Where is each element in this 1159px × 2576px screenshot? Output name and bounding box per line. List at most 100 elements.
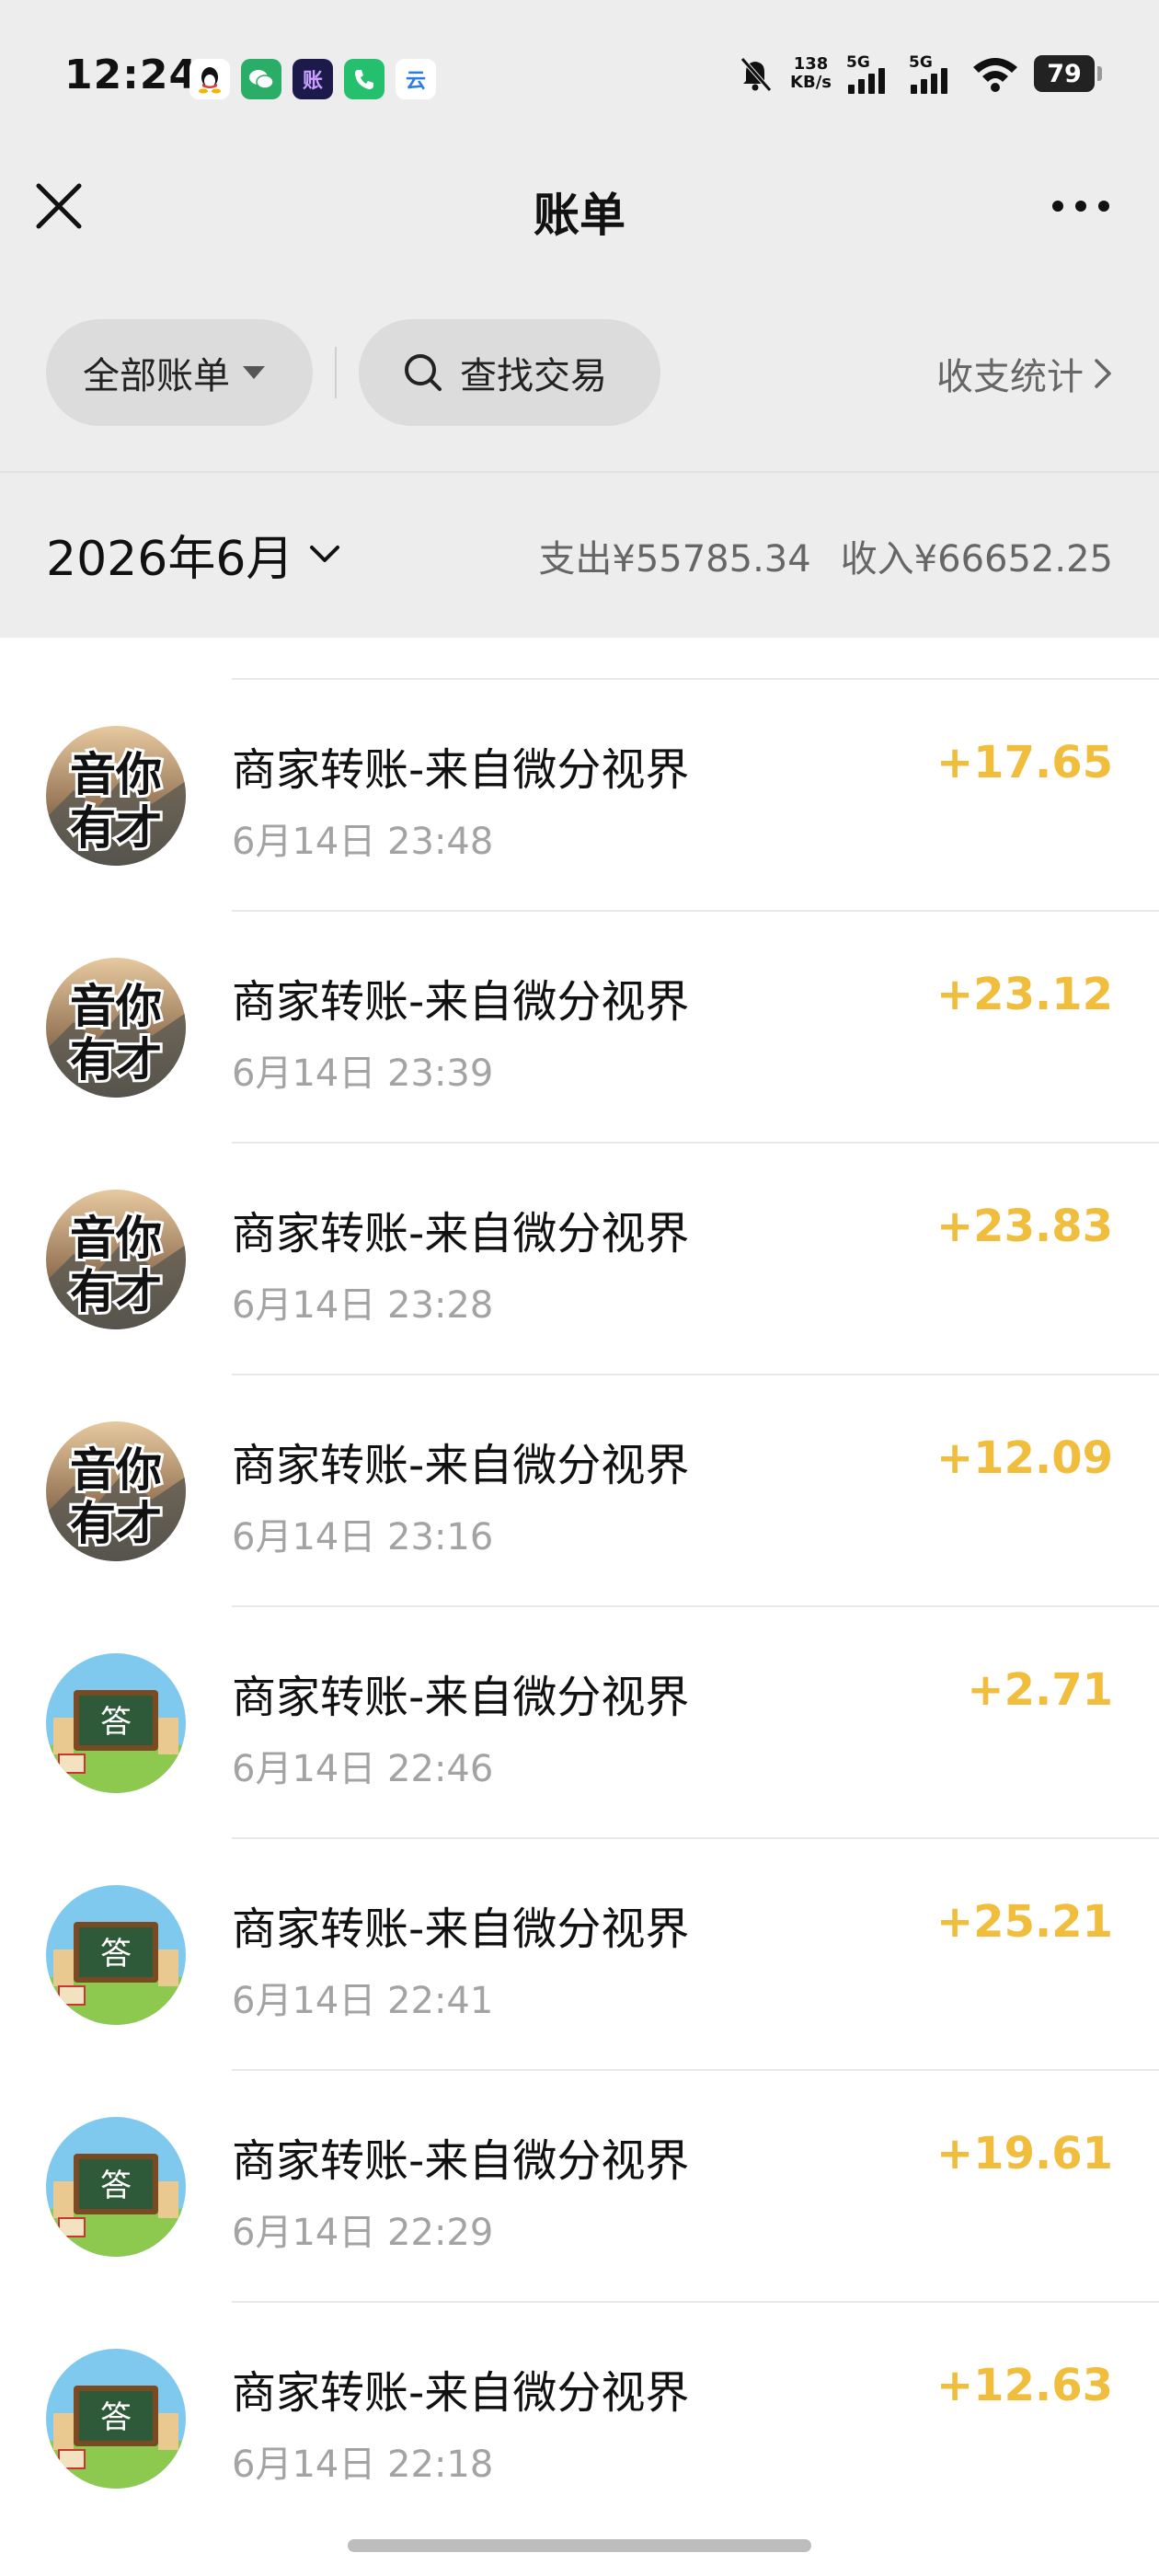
svg-text:答: 答 <box>100 1704 132 1741</box>
clock: 12:24 <box>64 52 199 98</box>
svg-text:有才: 有才 <box>70 1264 162 1318</box>
transaction-amount: +19.61 <box>935 2128 1113 2179</box>
dropdown-triangle-icon <box>243 366 265 379</box>
chalkboard-answer-avatar: 答 <box>46 1885 186 2025</box>
transaction-amount: +23.83 <box>935 1201 1113 1252</box>
transaction-title: 商家转账-来自微分视界 <box>232 976 690 1028</box>
search-label: 查找交易 <box>460 355 607 397</box>
svg-text:音你: 音你 <box>70 979 162 1033</box>
month-totals: 支出¥55785.34 收入¥66652.25 <box>538 529 1113 582</box>
chevron-right-icon <box>1095 359 1111 388</box>
svg-text:音你: 音你 <box>70 747 162 801</box>
search-icon <box>405 354 442 391</box>
yinni-youcai-avatar: 音你 有才 <box>46 726 186 866</box>
filter-divider <box>335 347 337 398</box>
chalkboard-answer-avatar: 答 <box>46 1653 186 1793</box>
ledger-app-icon: 账 <box>293 59 333 99</box>
month-label: 2026年6月 <box>46 532 294 587</box>
network-speed: 138 KB/s <box>790 54 832 92</box>
wechat-icon <box>241 59 281 99</box>
yinni-youcai-avatar: 音你 有才 <box>46 958 186 1098</box>
qq-icon <box>189 59 230 99</box>
row-divider <box>232 1837 1159 1839</box>
row-divider <box>232 2301 1159 2303</box>
transaction-row[interactable]: 答 商家转账-来自微分视界 6月14日 22:29 +19.61 <box>0 2069 1159 2301</box>
svg-text:音你: 音你 <box>70 1211 162 1265</box>
transaction-row[interactable]: 音你 有才 商家转账-来自微分视界 6月14日 23:28 +23.83 <box>0 1142 1159 1374</box>
svg-text:音你: 音你 <box>70 1443 162 1497</box>
svg-text:有才: 有才 <box>70 1496 162 1550</box>
yinni-youcai-avatar: 音你 有才 <box>46 1190 186 1329</box>
chalkboard-answer-avatar: 答 <box>46 2349 186 2489</box>
all-bills-dropdown[interactable]: 全部账单 <box>46 319 313 426</box>
row-divider <box>232 2069 1159 2071</box>
svg-text:有才: 有才 <box>70 1032 162 1087</box>
transaction-title: 商家转账-来自微分视界 <box>232 1672 690 1723</box>
month-summary-row: 2026年6月 支出¥55785.34 收入¥66652.25 <box>0 474 1159 630</box>
transaction-title: 商家转账-来自微分视界 <box>232 2367 690 2419</box>
row-divider <box>232 1374 1159 1375</box>
income-expense-stats-link[interactable]: 收支统计 <box>936 347 1113 400</box>
home-indicator[interactable] <box>348 2539 811 2552</box>
notification-icons: 账 云 <box>189 59 436 99</box>
cloud-app-icon: 云 <box>396 59 436 99</box>
nav-bar: 账单 <box>0 156 1159 258</box>
transaction-list: 音你 有才 商家转账-来自微分视界 6月14日 23:48 +17.65 音你 … <box>0 678 1159 2533</box>
more-dots-icon <box>1052 201 1109 212</box>
yinni-youcai-avatar: 音你 有才 <box>46 1421 186 1561</box>
svg-text:答: 答 <box>100 2399 132 2436</box>
all-bills-label: 全部账单 <box>83 355 230 397</box>
transaction-time: 6月14日 23:39 <box>232 1052 494 1095</box>
transaction-title: 商家转账-来自微分视界 <box>232 744 690 796</box>
transaction-row[interactable]: 答 商家转账-来自微分视界 6月14日 22:46 +2.71 <box>0 1605 1159 1837</box>
transaction-title: 商家转账-来自微分视界 <box>232 2135 690 2187</box>
row-divider <box>232 910 1159 912</box>
expense-total: 支出¥55785.34 <box>538 538 811 581</box>
transaction-title: 商家转账-来自微分视界 <box>232 1440 690 1491</box>
wifi-icon <box>973 58 1017 92</box>
search-transactions-button[interactable]: 查找交易 <box>359 319 660 426</box>
more-button[interactable] <box>1039 177 1122 236</box>
row-divider <box>232 678 1159 680</box>
phone-app-icon <box>344 59 384 99</box>
transaction-row[interactable]: 音你 有才 商家转账-来自微分视界 6月14日 23:48 +17.65 <box>0 678 1159 910</box>
transaction-time: 6月14日 23:48 <box>232 821 494 863</box>
svg-text:答: 答 <box>100 1936 132 1972</box>
transaction-row[interactable]: 音你 有才 商家转账-来自微分视界 6月14日 23:39 +23.12 <box>0 910 1159 1142</box>
filter-bar: 全部账单 查找交易 收支统计 <box>0 319 1159 426</box>
transaction-time: 6月14日 22:46 <box>232 1748 494 1790</box>
transaction-time: 6月14日 23:16 <box>232 1516 494 1558</box>
mute-bell-icon <box>740 57 772 92</box>
transaction-row[interactable]: 答 商家转账-来自微分视界 6月14日 22:18 +12.63 <box>0 2301 1159 2533</box>
transaction-amount: +12.09 <box>935 1432 1113 1484</box>
transaction-time: 6月14日 22:18 <box>232 2444 494 2486</box>
signal-sim1-icon: 5G <box>846 53 894 94</box>
row-divider <box>232 1605 1159 1607</box>
page-title: 账单 <box>534 189 625 242</box>
section-divider <box>0 471 1159 473</box>
stats-label: 收支统计 <box>936 356 1084 398</box>
transaction-amount: +23.12 <box>935 969 1113 1020</box>
income-total: 收入¥66652.25 <box>840 538 1113 581</box>
chalkboard-answer-avatar: 答 <box>46 2117 186 2257</box>
transaction-amount: +17.65 <box>935 737 1113 788</box>
svg-text:有才: 有才 <box>70 800 162 855</box>
signal-sim2-icon: 5G <box>909 53 957 94</box>
transaction-row[interactable]: 答 商家转账-来自微分视界 6月14日 22:41 +25.21 <box>0 1837 1159 2069</box>
transaction-amount: +2.71 <box>967 1664 1113 1716</box>
status-bar: 12:24 账 云 138 KB/s 5G 5G 79 <box>0 0 1159 156</box>
chevron-down-icon <box>310 545 340 562</box>
system-indicators: 138 KB/s 5G 5G 79 <box>735 53 1102 94</box>
transaction-row[interactable]: 音你 有才 商家转账-来自微分视界 6月14日 23:16 +12.09 <box>0 1374 1159 1605</box>
transaction-amount: +25.21 <box>935 1896 1113 1948</box>
battery-indicator: 79 <box>1034 55 1102 92</box>
row-divider <box>232 1142 1159 1144</box>
svg-text:答: 答 <box>100 2168 132 2204</box>
transaction-title: 商家转账-来自微分视界 <box>232 1208 690 1259</box>
transaction-time: 6月14日 22:29 <box>232 2212 494 2254</box>
transaction-title: 商家转账-来自微分视界 <box>232 1903 690 1955</box>
transaction-time: 6月14日 23:28 <box>232 1284 494 1327</box>
transaction-amount: +12.63 <box>935 2360 1113 2411</box>
month-selector[interactable]: 2026年6月 <box>46 520 341 589</box>
transaction-time: 6月14日 22:41 <box>232 1980 494 2022</box>
